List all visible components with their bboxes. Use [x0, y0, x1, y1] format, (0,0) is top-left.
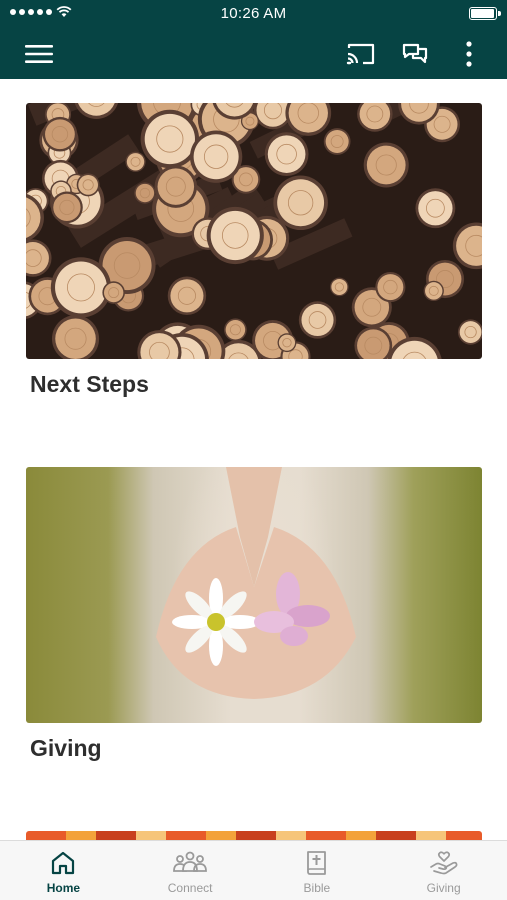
cast-button[interactable] [339, 28, 383, 79]
tab-label: Home [46, 881, 81, 895]
battery-level [471, 9, 494, 18]
giving-hand-icon [429, 851, 458, 875]
orange-pattern-photo[interactable] [26, 831, 482, 840]
tab-label: Giving [426, 881, 461, 895]
chat-button[interactable] [393, 28, 437, 79]
hands-flowers-image[interactable] [26, 467, 482, 723]
tab-label: Bible [303, 881, 331, 895]
card-next-steps[interactable]: Next Steps [26, 103, 482, 398]
hands-holding-flowers-photo [156, 467, 356, 699]
more-options-button[interactable] [447, 28, 491, 79]
cut-logs-image[interactable] [26, 103, 482, 359]
card-title[interactable]: Next Steps [30, 371, 482, 398]
home-icon [52, 851, 75, 875]
more-vertical-icon [466, 40, 472, 67]
cast-icon [346, 43, 375, 64]
app-bar [0, 28, 507, 79]
bible-icon [306, 851, 326, 875]
people-icon [173, 851, 208, 872]
status-time: 10:26 AM [220, 5, 287, 22]
tab-connect[interactable]: Connect [127, 841, 254, 900]
tab-home[interactable]: Home [0, 841, 127, 900]
chat-icon [402, 43, 428, 63]
tab-bar: Home Connect Bible Giving [0, 840, 507, 900]
tab-giving[interactable]: Giving [380, 841, 507, 900]
status-bar: 10:26 AM [0, 0, 507, 28]
tab-label: Connect [167, 881, 213, 895]
battery-icon [469, 7, 501, 20]
content-feed: Next Steps Giving [0, 79, 507, 840]
tab-bible[interactable]: Bible [254, 841, 381, 900]
menu-button[interactable] [17, 28, 61, 79]
card-third[interactable] [26, 831, 482, 840]
card-giving[interactable]: Giving [26, 467, 482, 762]
cut-logs-photo [26, 103, 482, 359]
card-title[interactable]: Giving [30, 735, 482, 762]
menu-icon [25, 44, 53, 63]
